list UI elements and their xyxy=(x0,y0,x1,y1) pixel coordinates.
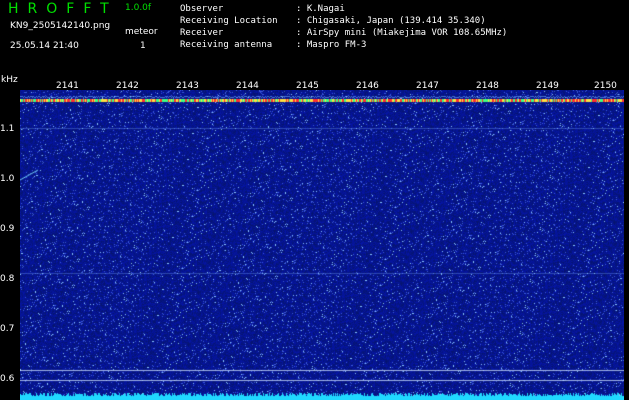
info-row-observer: Observer: K.Nagai xyxy=(180,4,345,14)
y-tick: 0.9 xyxy=(0,224,15,234)
y-axis-unit: kHz xyxy=(1,75,18,85)
app-logo: HROFFT xyxy=(8,1,118,17)
version-label: 1.0.0f xyxy=(125,3,152,13)
y-tick: 1.0 xyxy=(0,174,15,184)
filename-label: KN9_2505142140.png xyxy=(10,21,111,31)
info-row-receiver: Receiver: AirSpy mini (Miakejima VOR 108… xyxy=(180,28,508,38)
datetime-label: 25.05.14 21:40 xyxy=(10,41,79,51)
station-info: Observer: K.Nagai Receiving Location: Ch… xyxy=(180,3,507,51)
y-tick: 0.8 xyxy=(0,274,15,284)
y-tick: 1.1 xyxy=(0,124,15,134)
spectrogram-waterfall xyxy=(20,90,624,400)
meteor-label: meteor xyxy=(125,27,158,37)
info-row-location: Receiving Location: Chigasaki, Japan (13… xyxy=(180,16,486,26)
y-tick: 0.7 xyxy=(0,324,15,334)
info-row-antenna: Receiving antenna: Maspro FM-3 xyxy=(180,40,367,50)
y-tick: 0.6 xyxy=(0,374,15,384)
meteor-count: 1 xyxy=(140,41,146,51)
